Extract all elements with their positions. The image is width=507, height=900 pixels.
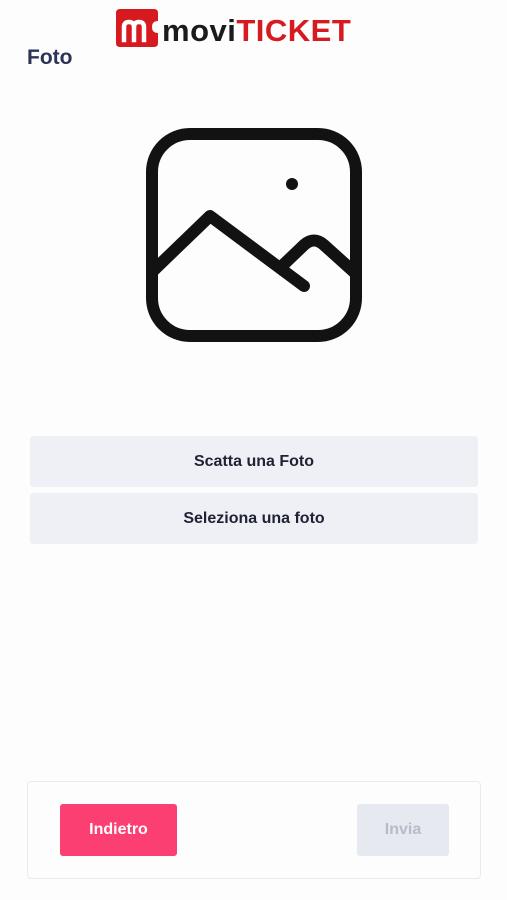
- moviticket-logo-mark-icon: [114, 7, 160, 49]
- image-icon: [142, 124, 366, 346]
- take-photo-button[interactable]: Scatta una Foto: [30, 436, 478, 487]
- page-title: Foto: [27, 46, 73, 69]
- send-button[interactable]: Invia: [357, 804, 449, 856]
- footer-panel: Indietro Invia: [27, 781, 481, 879]
- select-photo-button[interactable]: Seleziona una foto: [30, 493, 478, 544]
- moviticket-logo: moviTICKET: [114, 6, 351, 50]
- logo-text-ticket: TICKET: [236, 12, 352, 48]
- moviticket-logo-text: moviTICKET: [162, 11, 351, 46]
- back-button[interactable]: Indietro: [60, 804, 177, 856]
- logo-text-movi: movi: [162, 12, 237, 48]
